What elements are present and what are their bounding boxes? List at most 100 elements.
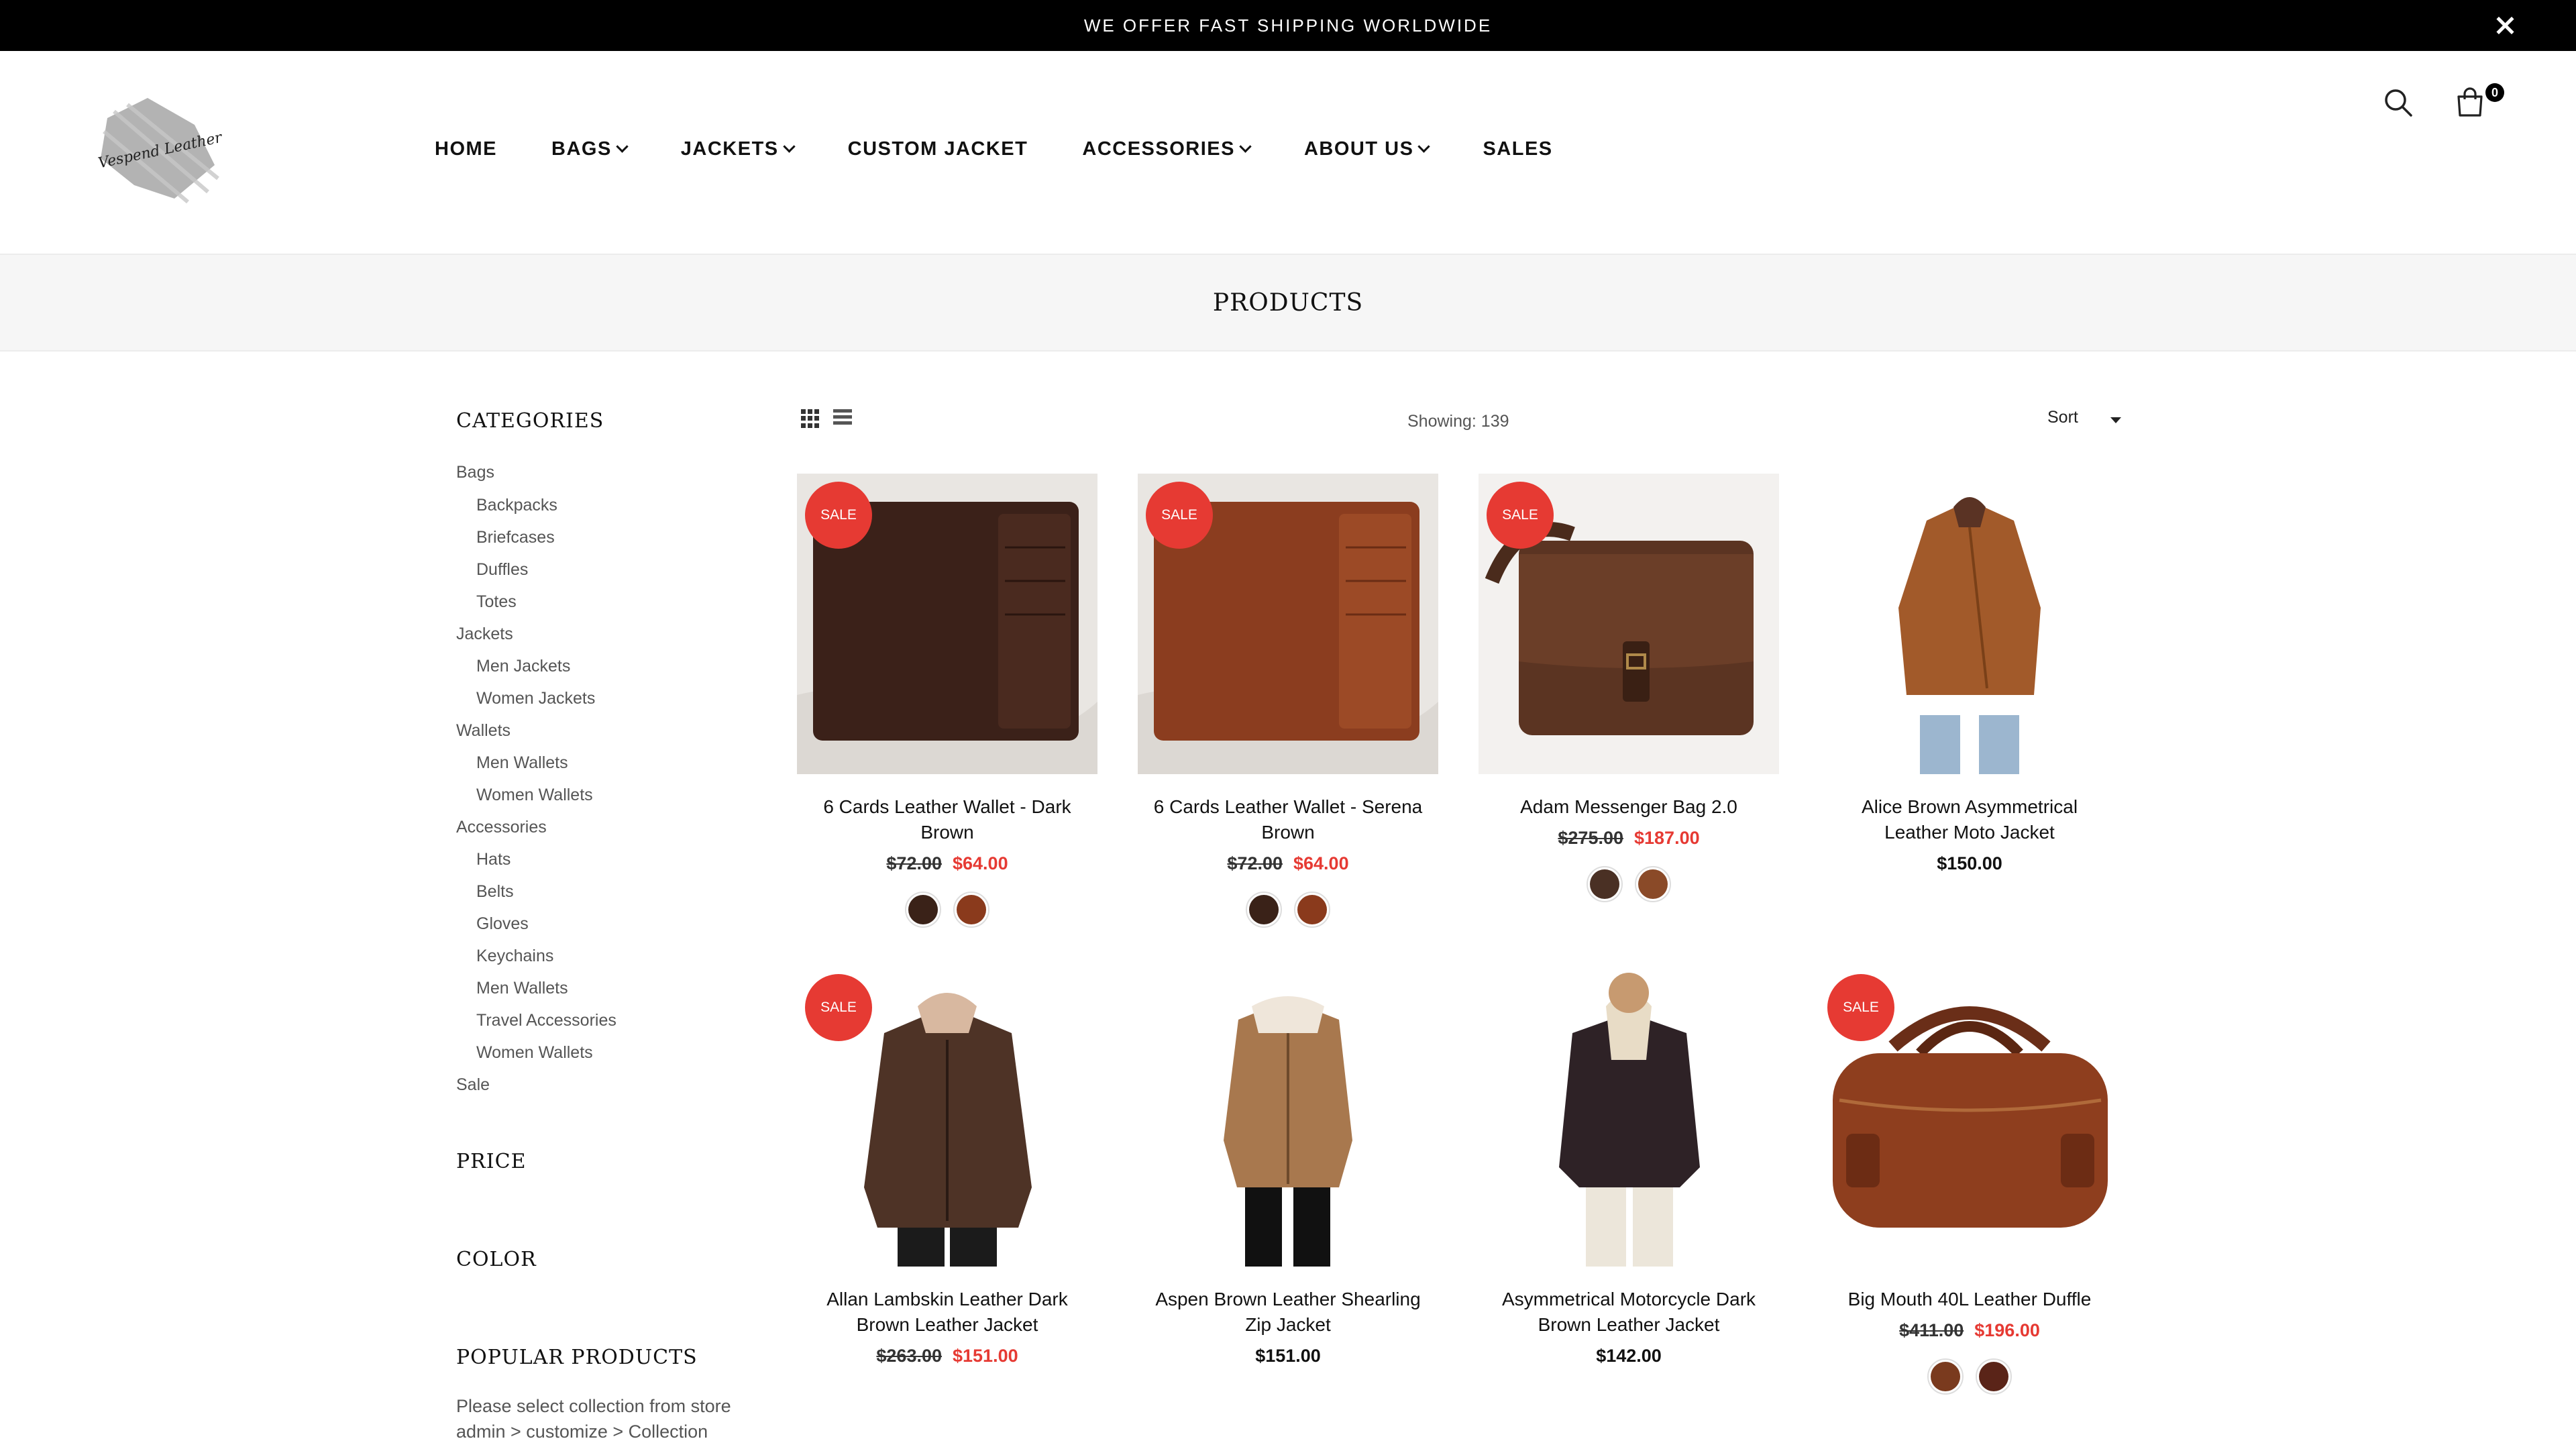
product-price: $411.00 $196.00 bbox=[1819, 1320, 2120, 1341]
shopping-bag-icon[interactable] bbox=[2455, 86, 2485, 118]
product-card[interactable]: SALE Adam Messenger Bag 2.0 $275.00 $187.00 bbox=[1479, 474, 1779, 902]
color-swatch[interactable] bbox=[1246, 892, 1282, 928]
color-swatch[interactable] bbox=[953, 892, 989, 928]
chevron-down-icon bbox=[1239, 140, 1252, 153]
subcategory-item[interactable]: Men Wallets bbox=[456, 747, 765, 779]
subcategory-item[interactable]: Backpacks bbox=[456, 489, 765, 521]
product-card[interactable]: Aspen Brown Leather Shearling Zip Jacket… bbox=[1138, 966, 1438, 1366]
nav-item-home[interactable]: HOME bbox=[435, 138, 497, 160]
product-name[interactable]: 6 Cards Leather Wallet - Serena Brown bbox=[1138, 794, 1438, 845]
nav-item-accessories[interactable]: ACCESSORIES bbox=[1082, 138, 1252, 160]
site-header: Vespend Leather HOME BAGS JACKETS CUSTOM… bbox=[0, 51, 2576, 254]
product-price: $275.00 $187.00 bbox=[1479, 828, 1779, 849]
category-item[interactable]: Sale bbox=[456, 1069, 765, 1101]
search-icon[interactable] bbox=[2383, 87, 2414, 118]
color-swatches bbox=[1138, 892, 1438, 928]
product-name[interactable]: Allan Lambskin Leather Dark Brown Leathe… bbox=[797, 1287, 1097, 1338]
close-icon[interactable] bbox=[2496, 16, 2514, 35]
category-item[interactable]: Jackets bbox=[456, 618, 765, 650]
product-image[interactable]: SALE bbox=[1819, 966, 2120, 1267]
color-swatch[interactable] bbox=[1635, 866, 1671, 902]
product-name[interactable]: Asymmetrical Motorcycle Dark Brown Leath… bbox=[1479, 1287, 1779, 1338]
subcategory-item[interactable]: Briefcases bbox=[456, 521, 765, 553]
sale-price: $64.00 bbox=[1293, 853, 1349, 873]
subcategory-item[interactable]: Women Wallets bbox=[456, 1036, 765, 1069]
category-item[interactable]: Accessories bbox=[456, 811, 765, 843]
category-item[interactable]: Wallets bbox=[456, 714, 765, 747]
color-swatch[interactable] bbox=[1587, 866, 1623, 902]
color-filter[interactable]: COLOR bbox=[456, 1248, 537, 1271]
product-name[interactable]: Alice Brown Asymmetrical Leather Moto Ja… bbox=[1819, 794, 2120, 845]
price-filter[interactable]: PRICE bbox=[456, 1150, 526, 1173]
popular-products: POPULAR PRODUCTS Please select collectio… bbox=[456, 1346, 765, 1444]
product-name[interactable]: 6 Cards Leather Wallet - Dark Brown bbox=[797, 794, 1097, 845]
product-price: $263.00 $151.00 bbox=[797, 1346, 1097, 1366]
product-price: $72.00 $64.00 bbox=[797, 853, 1097, 874]
subcategory-item[interactable]: Men Jackets bbox=[456, 650, 765, 682]
nav-item-sales[interactable]: SALES bbox=[1483, 138, 1552, 160]
product-image[interactable] bbox=[1479, 966, 1779, 1267]
color-swatch[interactable] bbox=[1927, 1358, 1964, 1395]
product-image[interactable]: SALE bbox=[797, 474, 1097, 774]
sale-price: $196.00 bbox=[1974, 1320, 2040, 1340]
nav-item-about-us[interactable]: ABOUT US bbox=[1304, 138, 1431, 160]
color-swatches bbox=[797, 892, 1097, 928]
sale-price: $151.00 bbox=[953, 1346, 1018, 1366]
product-image[interactable]: SALE bbox=[1138, 474, 1438, 774]
product-card[interactable]: SALE 6 Cards Leather Wallet - Serena Brow… bbox=[1138, 474, 1438, 928]
subcategory-item[interactable]: Belts bbox=[456, 875, 765, 908]
sale-badge: SALE bbox=[805, 482, 872, 549]
price-heading: PRICE bbox=[456, 1150, 527, 1173]
popular-note: Please select collection from store admi… bbox=[456, 1393, 765, 1444]
product-card[interactable]: Alice Brown Asymmetrical Leather Moto Ja… bbox=[1819, 474, 2120, 874]
cart-count-badge: 0 bbox=[2485, 83, 2504, 102]
original-price: $72.00 bbox=[886, 853, 942, 873]
product-card[interactable]: SALE Allan Lambskin Leather Dark Brown Le… bbox=[797, 966, 1097, 1366]
nav-label: SALES bbox=[1483, 138, 1553, 160]
subcategory-item[interactable]: Men Wallets bbox=[456, 972, 765, 1004]
subcategory-item[interactable]: Hats bbox=[456, 843, 765, 875]
color-swatch[interactable] bbox=[905, 892, 941, 928]
original-price: $72.00 bbox=[1227, 853, 1283, 873]
caret-down-icon bbox=[2110, 417, 2121, 423]
product-image[interactable] bbox=[1138, 966, 1438, 1267]
subcategory-item[interactable]: Women Wallets bbox=[456, 779, 765, 811]
nav-item-bags[interactable]: BAGS bbox=[551, 138, 629, 160]
color-swatch[interactable] bbox=[1294, 892, 1330, 928]
category-item[interactable]: Bags bbox=[456, 461, 765, 489]
subcategory-item[interactable]: Women Jackets bbox=[456, 682, 765, 714]
sort-dropdown[interactable]: Sort bbox=[2047, 408, 2121, 427]
product-price: $142.00 bbox=[1479, 1346, 1779, 1366]
product-name[interactable]: Adam Messenger Bag 2.0 bbox=[1479, 794, 1779, 820]
product-name[interactable]: Big Mouth 40L Leather Duffle bbox=[1819, 1287, 2120, 1312]
product-image[interactable]: SALE bbox=[1479, 474, 1779, 774]
sale-badge: SALE bbox=[1146, 482, 1213, 549]
color-swatches bbox=[1479, 866, 1779, 902]
product-card[interactable]: SALE 6 Cards Leather Wallet - Dark Brown $… bbox=[797, 474, 1097, 928]
product-name[interactable]: Aspen Brown Leather Shearling Zip Jacket bbox=[1138, 1287, 1438, 1338]
product-image[interactable] bbox=[1819, 474, 2120, 774]
page-title: PRODUCTS bbox=[1212, 288, 1364, 317]
nav-label: HOME bbox=[435, 138, 497, 160]
subcategory-item[interactable]: Duffles bbox=[456, 553, 765, 586]
subcategory-item[interactable]: Keychains bbox=[456, 940, 765, 972]
nav-item-jackets[interactable]: JACKETS bbox=[681, 138, 796, 160]
grid-view-icon[interactable] bbox=[801, 409, 820, 428]
popular-note-line: Please select collection from store bbox=[456, 1396, 731, 1416]
product-image[interactable]: SALE bbox=[797, 966, 1097, 1267]
sale-badge: SALE bbox=[805, 974, 872, 1041]
color-swatches bbox=[1819, 1358, 2120, 1395]
subcategory-item[interactable]: Gloves bbox=[456, 908, 765, 940]
list-view-icon[interactable] bbox=[833, 409, 852, 428]
subcategory-item[interactable]: Totes bbox=[456, 586, 765, 618]
sale-badge: SALE bbox=[1827, 974, 1894, 1041]
product-card[interactable]: SALE Big Mouth 40L Leather Duffle $411.00 $… bbox=[1819, 966, 2120, 1395]
subcategory-item[interactable]: Travel Accessories bbox=[456, 1004, 765, 1036]
product-price: $72.00 $64.00 bbox=[1138, 853, 1438, 874]
store-logo[interactable]: Vespend Leather bbox=[94, 91, 228, 205]
product-card[interactable]: Asymmetrical Motorcycle Dark Brown Leath… bbox=[1479, 966, 1779, 1366]
nav-item-custom-jacket[interactable]: CUSTOM JACKET bbox=[848, 138, 1028, 160]
original-price: $275.00 bbox=[1558, 828, 1623, 848]
regular-price: $150.00 bbox=[1937, 853, 2002, 873]
color-swatch[interactable] bbox=[1976, 1358, 2012, 1395]
